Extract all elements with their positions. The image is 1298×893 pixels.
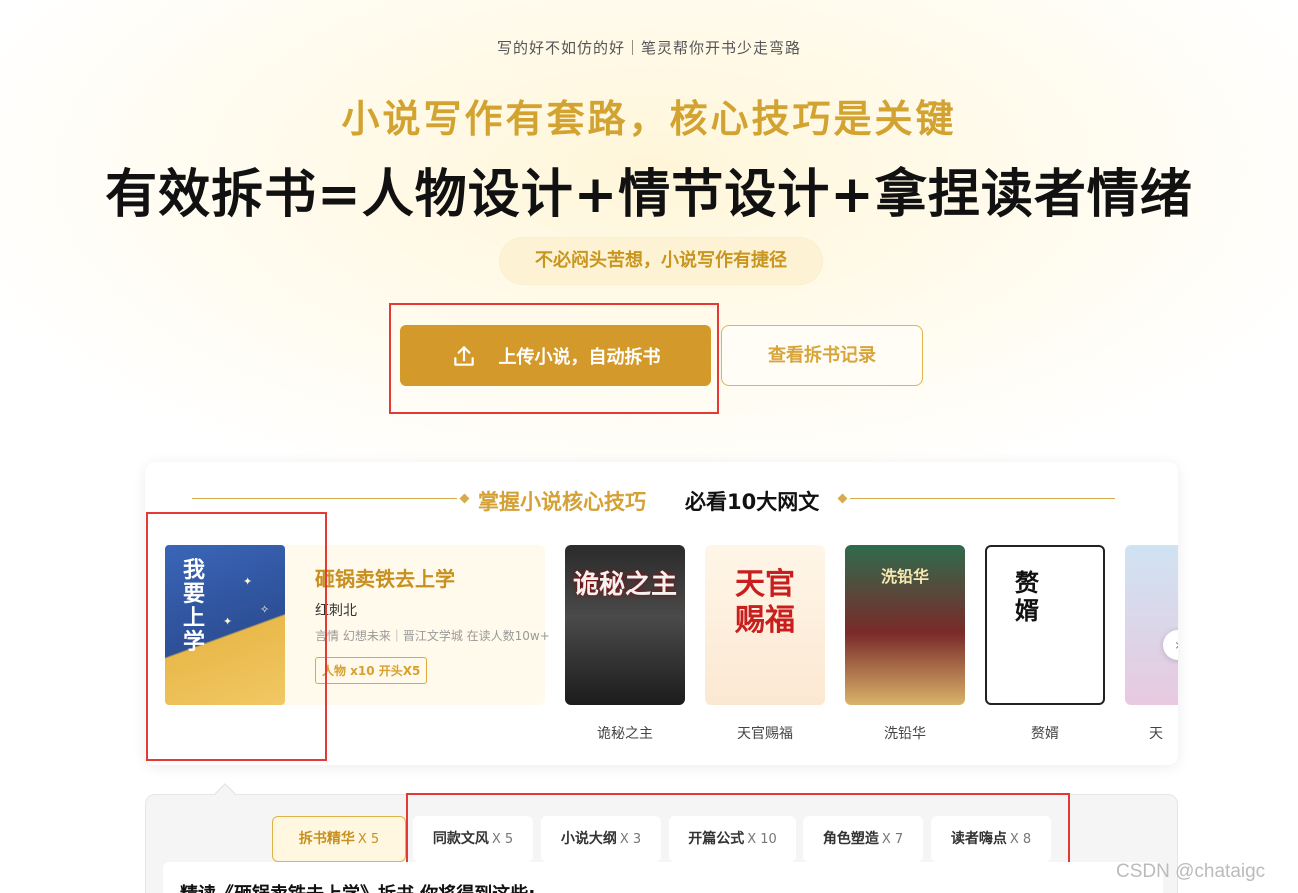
book-cover: 洗铅华 — [845, 545, 965, 705]
section-diamond-left — [459, 493, 470, 504]
section-subtitle: 必看10大网文 — [685, 490, 820, 514]
tab-label: 拆书精华 — [298, 831, 355, 847]
upload-icon — [453, 345, 474, 366]
book-item[interactable]: 天官赐福 天官赐福 — [705, 545, 825, 743]
star-icon: ✦ — [243, 575, 253, 588]
featured-cover-text: 我要上学 — [183, 558, 206, 655]
book-cover-title: 洗铅华 — [880, 567, 929, 586]
section-line-left — [192, 498, 457, 499]
tab-label: 开篇公式 — [688, 831, 745, 847]
section-title: 掌握小说核心技巧 — [478, 490, 646, 514]
book-cover-title: 天官赐福 — [735, 567, 795, 638]
book-item[interactable]: 洗铅华 洗铅华 — [845, 545, 965, 743]
featured-book-title: 砸锅卖铁去上学 — [315, 567, 455, 591]
section-diamond-right — [837, 493, 848, 504]
tab-character[interactable]: 角色塑造 X 7 — [803, 816, 923, 862]
book-name: 天 — [1149, 726, 1163, 742]
tab-style[interactable]: 同款文风 X 5 — [413, 816, 533, 862]
book-cover — [1125, 545, 1178, 705]
headline-main: 有效拆书=人物设计+情节设计+拿捏读者情绪 — [105, 165, 1193, 225]
book-cover-title: 诡秘之主 — [572, 570, 677, 600]
book-item[interactable]: 诡秘之主 诡秘之主 — [565, 545, 685, 743]
watermark: CSDN @chataigc — [1116, 861, 1266, 882]
featured-book-tag: 人物 x10 开头X5 — [315, 657, 428, 684]
tab-count: X 5 — [491, 832, 514, 847]
tab-count: X 5 — [357, 832, 380, 847]
view-records-button[interactable]: 查看拆书记录 — [721, 325, 923, 386]
tab-essence[interactable]: 拆书精华 X 5 — [272, 816, 406, 862]
tab-outline[interactable]: 小说大纲 X 3 — [541, 816, 661, 862]
tab-label: 读者嗨点 — [950, 831, 1007, 847]
tab-content-heading: 精读《砸锅卖铁去上学》拆书 你将得到这些: — [180, 880, 535, 893]
book-name: 诡秘之主 — [597, 726, 653, 742]
book-name: 天官赐福 — [737, 726, 793, 742]
upload-novel-button[interactable]: 上传小说，自动拆书 — [400, 325, 711, 386]
tab-label: 同款文风 — [432, 831, 489, 847]
tab-highlights[interactable]: 读者嗨点 X 8 — [931, 816, 1051, 862]
section-line-right — [850, 498, 1115, 499]
books-card: 掌握小说核心技巧 必看10大网文 我要上学 ✦ ✧ ✦ 砸锅卖铁去上学 红刺北 … — [145, 462, 1178, 765]
featured-book-author: 红刺北 — [315, 603, 357, 619]
book-cover: 赘婿 — [985, 545, 1105, 705]
panel-pointer-inner — [215, 785, 235, 795]
tab-count: X 8 — [1009, 832, 1032, 847]
subtitle-pill: 不必闷头苦想，小说写作有捷径 — [500, 238, 822, 284]
book-item[interactable]: 赘婿 赘婿 — [985, 545, 1105, 743]
book-name: 洗铅华 — [884, 726, 926, 742]
tab-count: X 10 — [747, 832, 777, 847]
star-icon: ✦ — [223, 615, 233, 628]
tab-count: X 7 — [881, 832, 904, 847]
headline-gold: 小说写作有套路，核心技巧是关键 — [341, 97, 957, 141]
tab-label: 小说大纲 — [560, 831, 617, 847]
book-name: 赘婿 — [1031, 726, 1059, 742]
book-cover: 诡秘之主 — [565, 545, 685, 705]
tab-opening[interactable]: 开篇公式 X 10 — [669, 816, 796, 862]
featured-book-cover: 我要上学 ✦ ✧ ✦ — [165, 545, 285, 705]
upload-button-label: 上传小说，自动拆书 — [498, 346, 661, 368]
featured-book[interactable]: 我要上学 ✦ ✧ ✦ 砸锅卖铁去上学 红刺北 言情 幻想未来｜晋江文学城 在读人… — [165, 545, 550, 705]
book-cover: 天官赐福 — [705, 545, 825, 705]
tagline: 写的好不如仿的好｜笔灵帮你开书少走弯路 — [496, 39, 801, 57]
chevron-right-icon: › — [1175, 635, 1178, 654]
tab-count: X 3 — [619, 832, 642, 847]
tab-label: 角色塑造 — [822, 831, 879, 847]
book-cover-title: 赘婿 — [1015, 569, 1039, 625]
featured-book-meta: 言情 幻想未来｜晋江文学城 在读人数10w+ — [315, 629, 550, 643]
star-icon: ✧ — [260, 603, 270, 616]
